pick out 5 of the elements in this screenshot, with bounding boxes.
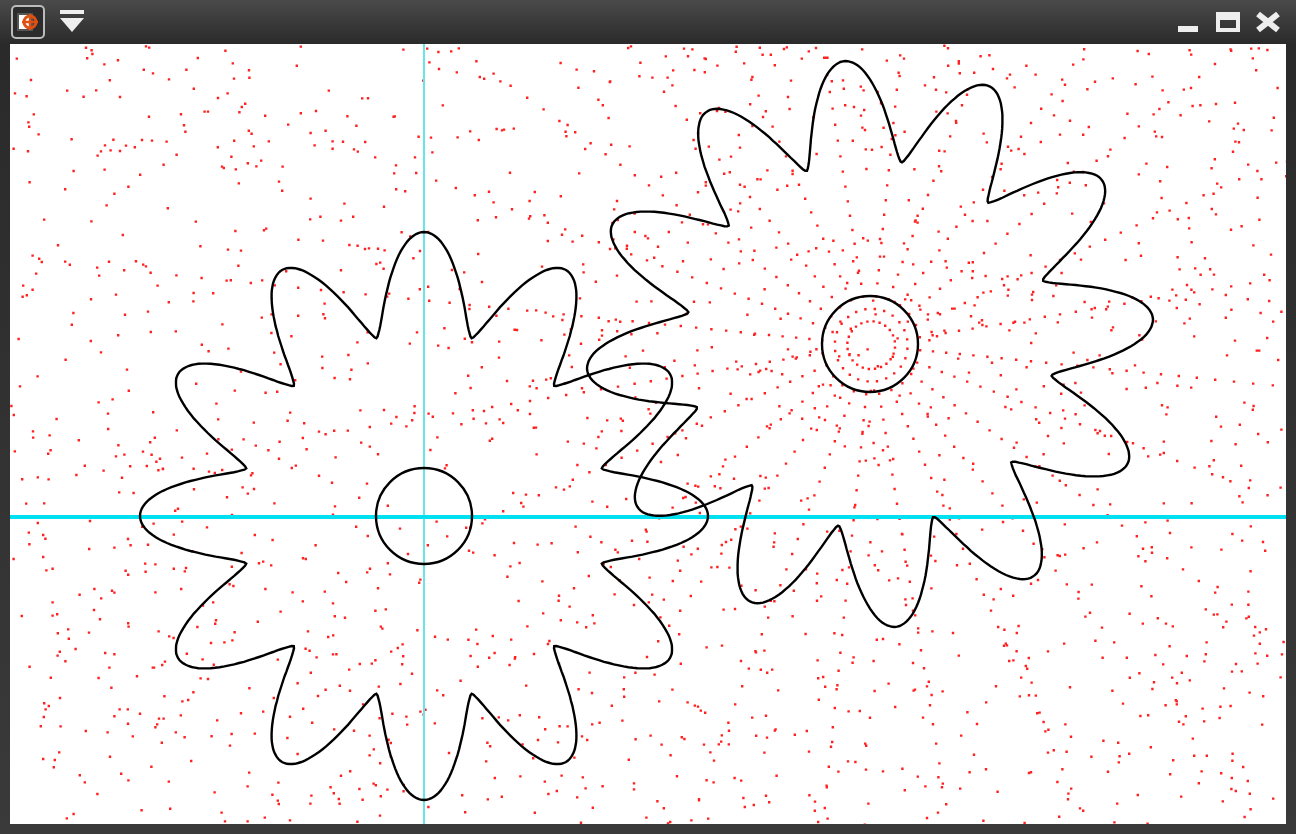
minimize-icon [1178,25,1198,31]
dropdown-menu-icon[interactable] [58,8,86,36]
app-icon[interactable] [10,4,46,40]
close-icon [1254,8,1282,36]
maximize-icon [1214,8,1242,36]
